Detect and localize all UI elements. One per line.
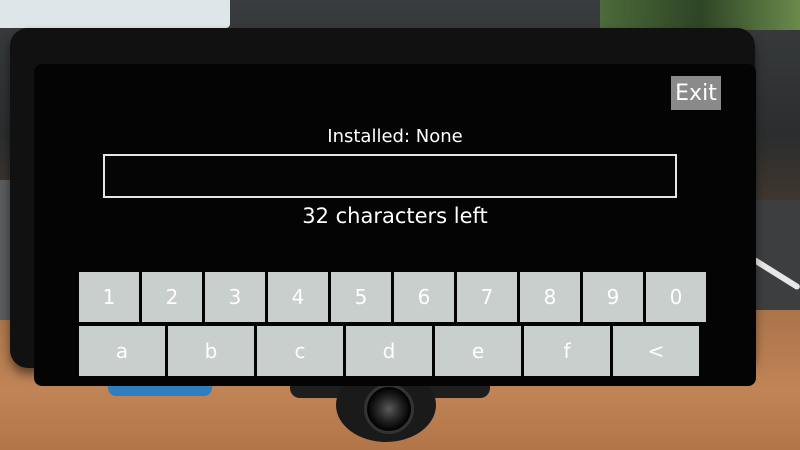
text-input-field[interactable] [103, 154, 677, 198]
background-plant [600, 0, 800, 30]
key-1[interactable]: 1 [79, 272, 139, 322]
key-e[interactable]: e [435, 326, 521, 376]
key-5[interactable]: 5 [331, 272, 391, 322]
key-c[interactable]: c [257, 326, 343, 376]
key-3[interactable]: 3 [205, 272, 265, 322]
characters-left-label: 32 characters left [302, 204, 488, 228]
key-a[interactable]: a [79, 326, 165, 376]
key-9[interactable]: 9 [583, 272, 643, 322]
key-7[interactable]: 7 [457, 272, 517, 322]
display-device: Exit Installed: None 32 characters left … [10, 28, 756, 386]
on-screen-keyboard: 1 2 3 4 5 6 7 8 9 0 a b c d e f < [79, 272, 706, 382]
number-key-row: 1 2 3 4 5 6 7 8 9 0 [79, 272, 709, 322]
key-f[interactable]: f [524, 326, 610, 376]
key-b[interactable]: b [168, 326, 254, 376]
key-d[interactable]: d [346, 326, 432, 376]
backspace-key[interactable]: < [613, 326, 699, 376]
exit-button[interactable]: Exit [671, 76, 721, 110]
camera-lens [364, 384, 414, 434]
touchscreen: Exit Installed: None 32 characters left … [34, 64, 756, 386]
key-6[interactable]: 6 [394, 272, 454, 322]
key-8[interactable]: 8 [520, 272, 580, 322]
installed-status: Installed: None [327, 126, 463, 147]
key-4[interactable]: 4 [268, 272, 328, 322]
key-2[interactable]: 2 [142, 272, 202, 322]
key-0[interactable]: 0 [646, 272, 706, 322]
background-monitor [0, 0, 230, 28]
letter-key-row: a b c d e f < [79, 326, 702, 376]
